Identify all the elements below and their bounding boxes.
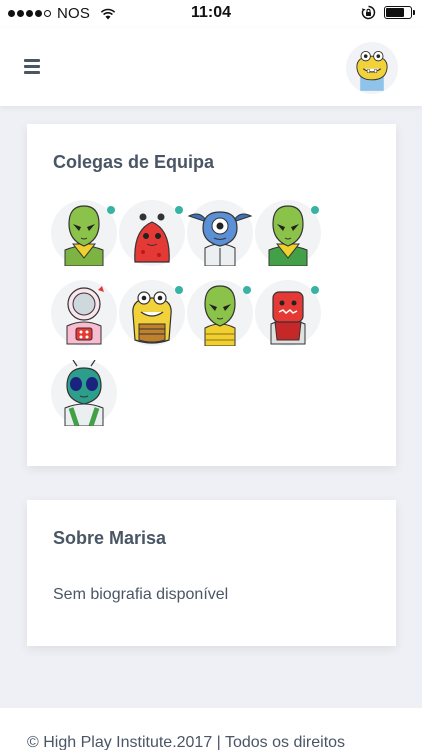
online-status-dot bbox=[243, 286, 251, 294]
team-member[interactable] bbox=[51, 200, 117, 266]
footer: © High Play Institute.2017 | Todos os di… bbox=[0, 708, 422, 750]
team-member[interactable] bbox=[119, 280, 185, 346]
status-time: 11:04 bbox=[190, 4, 232, 21]
online-status-dot bbox=[311, 206, 319, 214]
battery-icon bbox=[384, 6, 415, 19]
online-status-dot bbox=[311, 286, 319, 294]
team-member[interactable] bbox=[119, 200, 185, 266]
status-bar: NOS 11:04 bbox=[0, 0, 422, 28]
battery-level bbox=[386, 8, 404, 17]
team-member[interactable] bbox=[51, 360, 117, 426]
user-avatar[interactable] bbox=[346, 42, 398, 94]
hamburger-icon[interactable] bbox=[24, 59, 40, 74]
footer-text: © High Play Institute.2017 | Todos os di… bbox=[27, 734, 346, 750]
app-screen: NOS 11:04 Colegas de Equipa Sobre Marisa… bbox=[0, 0, 422, 750]
app-header bbox=[0, 28, 422, 106]
blue-cyclops-avatar-icon bbox=[187, 211, 253, 266]
team-title: Colegas de Equipa bbox=[53, 152, 215, 172]
online-status-dot bbox=[107, 206, 115, 214]
bio-text: Sem biografia disponível bbox=[53, 586, 229, 603]
status-right bbox=[361, 5, 415, 20]
about-title: Sobre Marisa bbox=[53, 528, 167, 548]
yellow-monster-avatar-icon bbox=[356, 50, 388, 91]
team-member[interactable] bbox=[51, 280, 117, 346]
about-card: Sobre Marisa Sem biografia disponível bbox=[27, 500, 396, 646]
team-member[interactable] bbox=[187, 280, 253, 346]
team-member[interactable] bbox=[255, 200, 321, 266]
green-insect-avatar-icon bbox=[64, 360, 104, 426]
team-member[interactable] bbox=[187, 200, 253, 266]
team-member[interactable] bbox=[255, 280, 321, 346]
team-card: Colegas de Equipa bbox=[27, 124, 396, 466]
online-status-dot bbox=[175, 286, 183, 294]
astronaut-avatar-icon bbox=[66, 286, 104, 345]
online-status-dot bbox=[175, 206, 183, 214]
rotation-lock-icon bbox=[361, 5, 376, 20]
